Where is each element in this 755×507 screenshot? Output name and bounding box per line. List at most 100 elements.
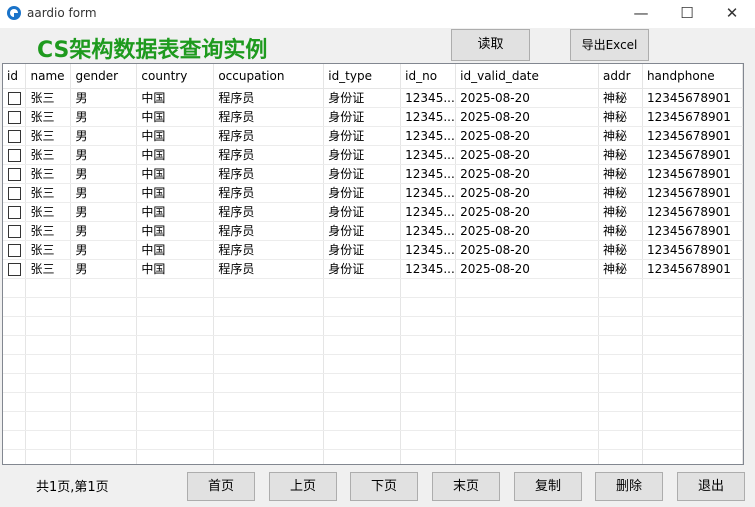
empty-cell — [136, 316, 215, 336]
empty-cell — [213, 430, 325, 450]
column-header-name[interactable]: name — [25, 64, 72, 89]
exit-button[interactable]: 退出 — [677, 472, 745, 501]
cell-gender: 男 — [70, 221, 138, 241]
empty-cell — [598, 430, 643, 450]
row-checkbox[interactable] — [8, 148, 21, 162]
title-bar: aardio form — ☐ ✕ — [0, 0, 755, 28]
row-checkbox[interactable] — [8, 186, 21, 200]
empty-cell — [598, 278, 643, 298]
empty-cell — [455, 335, 599, 355]
cell-id-type: 身份证 — [323, 164, 402, 184]
table-row[interactable]: 张三男中国 程序员 身份证 12345... 2025-08-20 神秘 123456789… — [3, 259, 743, 279]
window-title: aardio form — [27, 6, 97, 20]
empty-cell — [3, 392, 27, 412]
cell-country: 中国 — [136, 145, 215, 165]
row-select-cell — [3, 259, 27, 279]
table-row[interactable]: 张三男中国 程序员 身份证 12345... 2025-08-20 神秘 123456789… — [3, 107, 743, 127]
empty-cell — [642, 392, 743, 412]
cell-id-no: 12345... — [400, 221, 457, 241]
cell-country: 中国 — [136, 202, 215, 222]
cell-handphone: 12345678901 — [642, 183, 743, 203]
empty-cell — [400, 411, 457, 431]
empty-row — [3, 278, 743, 298]
cell-id-valid-date: 2025-08-20 — [455, 164, 599, 184]
row-checkbox[interactable] — [8, 243, 21, 257]
copy-button[interactable]: 复制 — [514, 472, 582, 501]
table-row[interactable]: 张三男中国 程序员 身份证 12345... 2025-08-20 神秘 123456789… — [3, 88, 743, 108]
row-checkbox[interactable] — [8, 205, 21, 219]
empty-cell — [3, 373, 27, 393]
cell-name: 张三 — [25, 107, 72, 127]
table-row[interactable]: 张三男中国 程序员 身份证 12345... 2025-08-20 神秘 123456789… — [3, 145, 743, 165]
empty-cell — [70, 354, 138, 374]
minimize-icon[interactable]: — — [618, 0, 664, 28]
cell-handphone: 12345678901 — [642, 145, 743, 165]
empty-cell — [323, 278, 402, 298]
empty-cell — [323, 354, 402, 374]
column-header-addr[interactable]: addr — [598, 64, 643, 89]
row-checkbox[interactable] — [8, 262, 21, 276]
column-header-occupation[interactable]: occupation — [213, 64, 325, 89]
empty-cell — [323, 316, 402, 336]
empty-cell — [642, 411, 743, 431]
empty-cell — [3, 449, 27, 464]
empty-cell — [400, 430, 457, 450]
last-page-button[interactable]: 末页 — [432, 472, 500, 501]
column-header-country[interactable]: country — [136, 64, 215, 89]
data-grid[interactable]: id name gender country occupation id_type id_n… — [2, 63, 744, 465]
column-header-id-valid-date[interactable]: id_valid_date — [455, 64, 599, 89]
empty-cell — [642, 373, 743, 393]
table-row[interactable]: 张三男中国 程序员 身份证 12345... 2025-08-20 神秘 123456789… — [3, 221, 743, 241]
table-row[interactable]: 张三男中国 程序员 身份证 12345... 2025-08-20 神秘 123456789… — [3, 126, 743, 146]
cell-gender: 男 — [70, 107, 138, 127]
empty-cell — [323, 411, 402, 431]
row-select-cell — [3, 221, 27, 241]
empty-cell — [70, 335, 138, 355]
table-row[interactable]: 张三男中国 程序员 身份证 12345... 2025-08-20 神秘 123456789… — [3, 164, 743, 184]
cell-occupation: 程序员 — [213, 221, 325, 241]
cell-id-valid-date: 2025-08-20 — [455, 221, 599, 241]
cell-gender: 男 — [70, 88, 138, 108]
column-header-id-no[interactable]: id_no — [400, 64, 457, 89]
empty-row — [3, 335, 743, 355]
column-header-handphone[interactable]: handphone — [642, 64, 743, 89]
row-checkbox[interactable] — [8, 224, 21, 238]
next-page-button[interactable]: 下页 — [350, 472, 418, 501]
first-page-button[interactable]: 首页 — [187, 472, 255, 501]
empty-cell — [400, 392, 457, 412]
export-excel-button[interactable]: 导出Excel — [570, 29, 649, 61]
cell-id-type: 身份证 — [323, 202, 402, 222]
read-button[interactable]: 读取 — [451, 29, 530, 61]
maximize-icon[interactable]: ☐ — [664, 0, 710, 28]
table-row[interactable]: 张三男中国 程序员 身份证 12345... 2025-08-20 神秘 123456789… — [3, 202, 743, 222]
row-checkbox[interactable] — [8, 129, 21, 143]
cell-addr: 神秘 — [598, 126, 643, 146]
column-header-id[interactable]: id — [3, 64, 27, 89]
cell-id-valid-date: 2025-08-20 — [455, 126, 599, 146]
column-header-id-type[interactable]: id_type — [323, 64, 402, 89]
column-header-gender[interactable]: gender — [70, 64, 138, 89]
empty-cell — [642, 335, 743, 355]
table-row[interactable]: 张三男中国 程序员 身份证 12345... 2025-08-20 神秘 123456789… — [3, 240, 743, 260]
cell-handphone: 12345678901 — [642, 107, 743, 127]
cell-id-valid-date: 2025-08-20 — [455, 145, 599, 165]
row-checkbox[interactable] — [8, 110, 21, 124]
empty-cell — [455, 297, 599, 317]
empty-cell — [642, 297, 743, 317]
delete-button[interactable]: 删除 — [595, 472, 663, 501]
table-row[interactable]: 张三男中国 程序员 身份证 12345... 2025-08-20 神秘 123456789… — [3, 183, 743, 203]
empty-cell — [642, 316, 743, 336]
row-checkbox[interactable] — [8, 167, 21, 181]
close-icon[interactable]: ✕ — [709, 0, 755, 28]
empty-cell — [598, 354, 643, 374]
row-checkbox[interactable] — [8, 91, 21, 105]
empty-row — [3, 449, 743, 464]
cell-addr: 神秘 — [598, 221, 643, 241]
empty-cell — [400, 449, 457, 464]
cell-id-valid-date: 2025-08-20 — [455, 202, 599, 222]
prev-page-button[interactable]: 上页 — [269, 472, 337, 501]
cell-gender: 男 — [70, 164, 138, 184]
cell-occupation: 程序员 — [213, 88, 325, 108]
empty-cell — [25, 411, 72, 431]
cell-id-valid-date: 2025-08-20 — [455, 107, 599, 127]
